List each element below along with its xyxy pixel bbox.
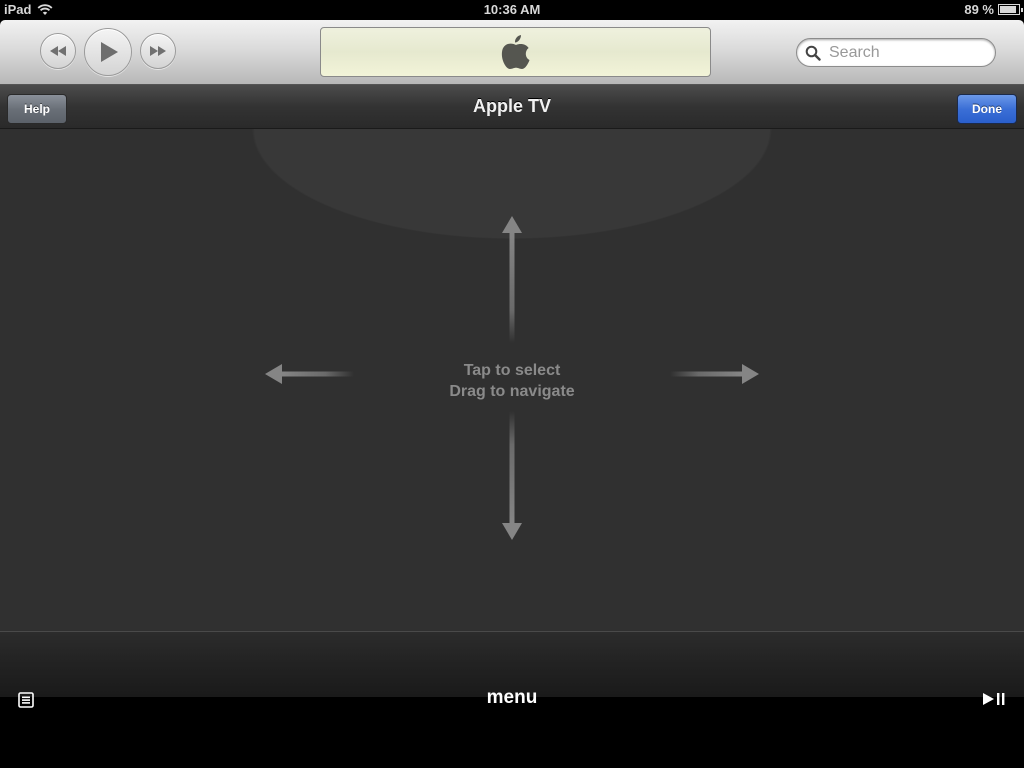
page-title: Apple TV — [472, 96, 551, 116]
touchpad-hint: Tap to select Drag to navigate — [0, 360, 1024, 402]
play-button[interactable] — [84, 28, 132, 76]
search-input[interactable] — [829, 43, 989, 62]
fast-forward-icon — [150, 46, 166, 56]
rewind-button[interactable] — [40, 33, 76, 69]
now-playing-display — [320, 27, 711, 77]
list-icon[interactable] — [18, 692, 34, 708]
battery-level — [1000, 6, 1017, 13]
fast-forward-button[interactable] — [140, 33, 176, 69]
play-pause-icon[interactable] — [982, 692, 1008, 706]
play-icon — [101, 42, 118, 62]
search-icon — [805, 45, 821, 61]
apple-logo-icon — [501, 35, 529, 69]
hint-line-select: Tap to select — [463, 362, 561, 379]
menu-button[interactable]: menu — [0, 687, 1024, 709]
battery-percent: 89 % — [964, 2, 994, 17]
player-toolbar — [0, 20, 1024, 85]
search-field[interactable] — [796, 38, 996, 67]
hint-line-navigate: Drag to navigate — [449, 383, 575, 400]
clock: 10:36 AM — [483, 2, 541, 17]
status-bar: iPad 10:36 AM 89 % — [0, 0, 1024, 20]
navigation-bar: Help Apple TV Done — [0, 85, 1024, 129]
arrow-down-icon — [502, 411, 522, 540]
touchpad-area[interactable]: Tap to select Drag to navigate — [0, 129, 1024, 631]
battery-icon — [998, 4, 1023, 15]
done-button[interactable]: Done — [957, 94, 1017, 124]
arrow-up-icon — [502, 216, 522, 343]
rewind-icon — [50, 46, 66, 56]
